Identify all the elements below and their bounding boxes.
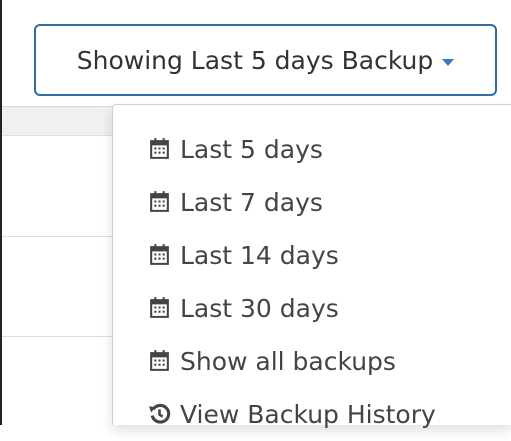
menu-item-view-backup-history[interactable]: View Backup History: [113, 388, 511, 441]
calendar-icon: [147, 242, 172, 267]
calendar-icon: [147, 348, 172, 373]
calendar-icon: [147, 136, 172, 161]
menu-item-label: Last 30 days: [180, 294, 339, 323]
backup-range-dropdown-label: Showing Last 5 days Backup: [76, 45, 434, 75]
calendar-icon: [147, 295, 172, 320]
history-icon: [147, 401, 172, 426]
menu-item-label: Last 5 days: [180, 135, 323, 164]
menu-item-last-7-days[interactable]: Last 7 days: [113, 176, 511, 229]
menu-item-show-all-backups[interactable]: Show all backups: [113, 335, 511, 388]
menu-item-last-14-days[interactable]: Last 14 days: [113, 229, 511, 282]
calendar-icon: [147, 189, 172, 214]
menu-item-label: Last 7 days: [180, 188, 323, 217]
page-frame: Showing Last 5 days Backup Last 5 days L…: [0, 0, 511, 429]
menu-item-last-30-days[interactable]: Last 30 days: [113, 282, 511, 335]
backup-range-dropdown-button[interactable]: Showing Last 5 days Backup: [34, 24, 497, 96]
menu-item-last-5-days[interactable]: Last 5 days: [113, 123, 511, 176]
caret-down-icon: [442, 58, 455, 66]
menu-item-label: Last 14 days: [180, 241, 339, 270]
menu-item-label: Show all backups: [180, 347, 396, 376]
backup-range-dropdown-menu: Last 5 days Last 7 days Last 14 days Las…: [112, 104, 511, 429]
panel-left-border: [0, 0, 2, 425]
